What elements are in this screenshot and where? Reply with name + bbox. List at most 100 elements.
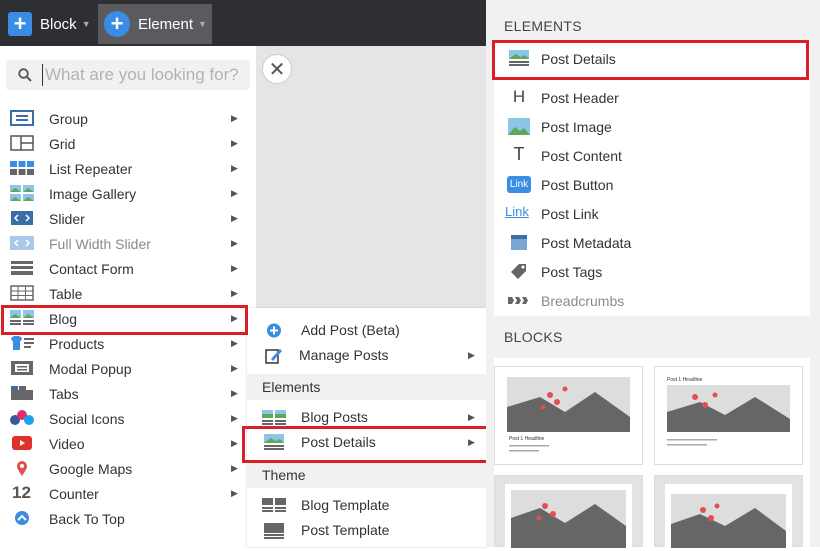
block-button[interactable]: + Block ▼ (8, 4, 91, 44)
element-item-post-image[interactable]: Post Image (494, 112, 810, 141)
menu-item-social-icons[interactable]: Social Icons ▶ (0, 406, 246, 431)
counter-icon: 12 (12, 483, 31, 502)
products-icon (10, 335, 34, 351)
menu-item-label: Modal Popup (49, 360, 132, 377)
search-icon (18, 68, 32, 82)
submenu-item-label: Manage Posts (299, 347, 389, 363)
submenu-item-post-template[interactable]: Post Template (247, 518, 486, 543)
blog-icon (10, 310, 34, 326)
slider-icon (10, 210, 34, 226)
chevron-right-icon: ▶ (231, 388, 238, 398)
block-preview-image: Post 1 Headline (667, 377, 790, 446)
chevron-right-icon: ▶ (468, 412, 475, 422)
element-button-label: Element (138, 15, 194, 33)
submenu-item-add-post[interactable]: Add Post (Beta) (247, 318, 486, 343)
submenu-item-label: Blog Posts (301, 409, 368, 425)
element-item-post-link[interactable]: Link Post Link (494, 199, 810, 228)
search-input[interactable] (42, 64, 247, 86)
menu-item-blog[interactable]: Blog ▶ (0, 306, 246, 331)
menu-item-label: Google Maps (49, 460, 133, 477)
element-item-breadcrumbs[interactable]: Breadcrumbs (494, 286, 810, 315)
block-thumbnail[interactable] (654, 475, 803, 548)
tag-icon (511, 264, 526, 279)
menu-item-list-repeater[interactable]: List Repeater ▶ (0, 156, 246, 181)
element-item-post-details[interactable]: Post Details (494, 44, 810, 73)
submenu-item-manage-posts[interactable]: Manage Posts ▶ (247, 343, 486, 368)
menu-item-tabs[interactable]: Tabs ▶ (0, 381, 246, 406)
menu-item-slider[interactable]: Slider ▶ (0, 206, 246, 231)
close-button[interactable]: ✕ (262, 54, 292, 84)
menu-item-video[interactable]: Video ▶ (0, 431, 246, 456)
blocks-gallery: Post 1 Headline Post 1 Headline (494, 358, 810, 548)
elements-list: Post Details H Post Header Post Image T … (494, 42, 810, 316)
heading-label: Theme (262, 467, 306, 483)
elements-heading: ELEMENTS (504, 18, 582, 34)
element-item-post-metadata[interactable]: Post Metadata (494, 228, 810, 257)
block-caption: Post 1 Headline (667, 377, 703, 383)
menu-item-label: Image Gallery (49, 185, 137, 202)
menu-item-label: List Repeater (49, 160, 133, 177)
editor-canvas (256, 46, 486, 308)
element-item-post-header[interactable]: H Post Header (494, 83, 810, 112)
chevron-right-icon: ▶ (231, 163, 238, 173)
chevron-right-icon: ▶ (231, 113, 238, 123)
submenu-heading-elements: Elements (247, 374, 486, 400)
block-thumbnail[interactable]: Post 1 Headline (654, 366, 803, 465)
menu-item-back-to-top[interactable]: Back To Top (0, 506, 246, 531)
grid-icon (10, 135, 34, 151)
post-details-icon (509, 50, 529, 66)
chevron-right-icon: ▶ (231, 188, 238, 198)
chevron-right-icon: ▶ (231, 363, 238, 373)
menu-item-full-width-slider[interactable]: Full Width Slider ▶ (0, 231, 246, 256)
chevron-right-icon: ▶ (231, 288, 238, 298)
table-icon (10, 285, 34, 301)
map-pin-icon (10, 460, 34, 476)
block-thumbnail[interactable] (494, 475, 643, 548)
contact-form-icon (10, 260, 34, 276)
menu-item-grid[interactable]: Grid ▶ (0, 131, 246, 156)
modal-popup-icon (10, 360, 34, 376)
menu-item-modal-popup[interactable]: Modal Popup ▶ (0, 356, 246, 381)
menu-item-group[interactable]: Group ▶ (0, 106, 246, 131)
text-t-icon: T (513, 144, 525, 164)
menu-item-contact-form[interactable]: Contact Form ▶ (0, 256, 246, 281)
blog-template-icon (262, 498, 286, 512)
submenu-item-label: Post Template (301, 522, 390, 538)
caret-down-icon: ▼ (198, 19, 207, 29)
post-template-icon (264, 523, 284, 539)
element-item-label: Post Button (541, 177, 614, 193)
heading-h-icon: H (512, 87, 526, 106)
group-icon (10, 110, 34, 126)
social-icons-icon (10, 410, 34, 426)
chevron-right-icon: ▶ (468, 350, 475, 360)
menu-item-table[interactable]: Table ▶ (0, 281, 246, 306)
menu-item-label: Table (49, 285, 83, 302)
element-item-post-tags[interactable]: Post Tags (494, 257, 810, 286)
element-item-label: Post Header (541, 90, 619, 106)
breadcrumbs-icon (508, 297, 528, 304)
block-thumbnail[interactable]: Post 1 Headline (494, 366, 643, 465)
list-repeater-icon (10, 160, 34, 176)
menu-item-image-gallery[interactable]: Image Gallery ▶ (0, 181, 246, 206)
menu-item-counter[interactable]: 12 Counter ▶ (0, 481, 246, 506)
submenu-item-blog-posts[interactable]: Blog Posts ▶ (247, 405, 486, 430)
block-preview-image (505, 484, 632, 548)
element-item-label: Post Details (541, 51, 616, 67)
block-preview-image: Post 1 Headline (507, 377, 630, 452)
video-icon (10, 435, 34, 451)
calendar-icon (511, 235, 527, 250)
element-button[interactable]: + Element ▼ (98, 4, 212, 44)
menu-item-label: Back To Top (49, 510, 125, 527)
image-icon (508, 118, 530, 135)
chevron-right-icon: ▶ (231, 213, 238, 223)
submenu-item-blog-template[interactable]: Blog Template (247, 493, 486, 518)
submenu-item-post-details[interactable]: Post Details ▶ (247, 430, 486, 455)
menu-item-products[interactable]: Products ▶ (0, 331, 246, 356)
submenu-item-label: Blog Template (301, 497, 390, 513)
blog-posts-icon (262, 410, 286, 425)
element-item-post-content[interactable]: T Post Content (494, 141, 810, 170)
menu-item-google-maps[interactable]: Google Maps ▶ (0, 456, 246, 481)
element-item-post-button[interactable]: Link Post Button (494, 170, 810, 199)
menu-item-label: Grid (49, 135, 76, 152)
chevron-right-icon: ▶ (231, 413, 238, 423)
